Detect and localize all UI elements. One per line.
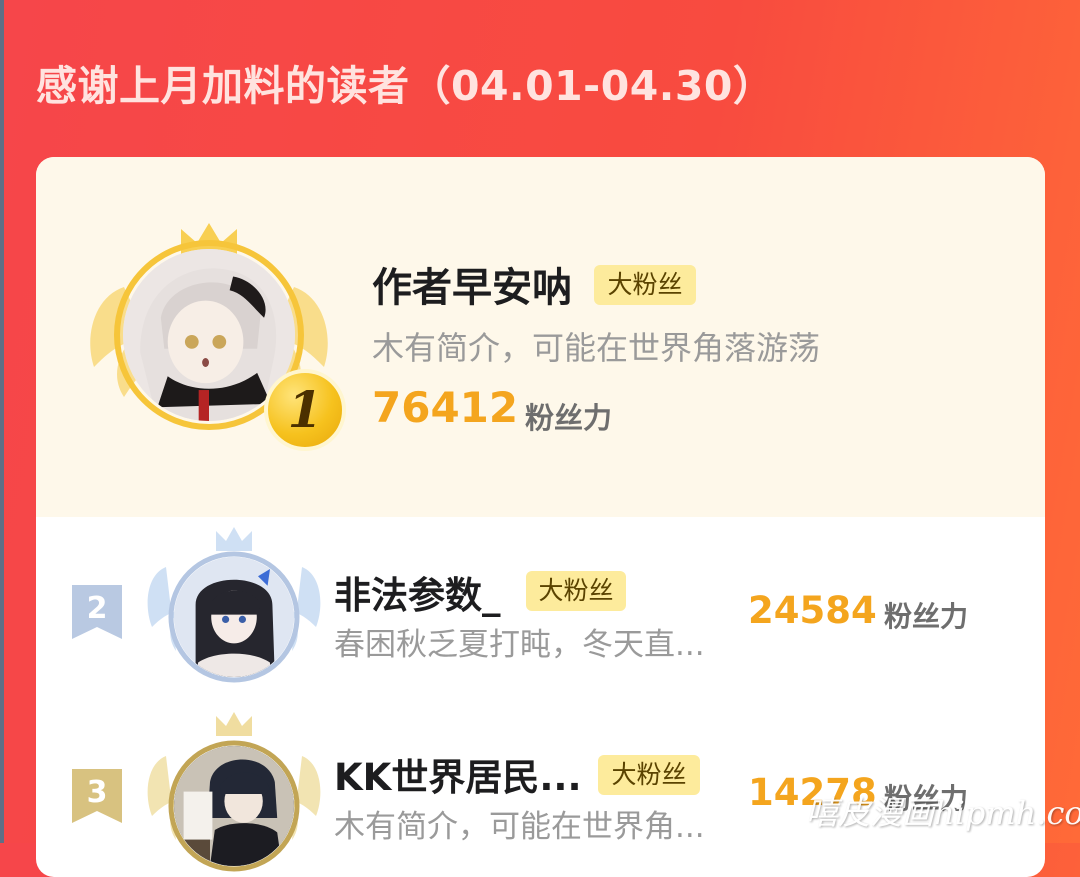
fan-badge: 大粉丝 [598,755,700,795]
top-reader-section[interactable]: 1 作者早安呐 大粉丝 木有简介，可能在世界角落游荡 76412 粉丝力 [36,157,1045,517]
rank-2-number: 2 [86,591,108,626]
reader-bio: 春困秋乏夏打盹，冬天直... [334,627,705,663]
fan-badge: 大粉丝 [594,265,696,305]
reader-name[interactable]: 非法参数_ [334,565,501,619]
window-edge [0,0,4,843]
fan-power-value: 76412 [372,383,519,432]
rank-1-medal: 1 [264,369,346,451]
avatar-rank-3[interactable] [174,746,294,866]
rank-3-number: 3 [86,775,108,810]
avatar-image-rank-3 [174,746,294,866]
fan-badge: 大粉丝 [526,571,626,611]
rank-3-ribbon: 3 [72,769,122,823]
rank-1-avatar-frame: 1 [84,217,346,451]
avatar-rank-2[interactable] [174,557,294,677]
reader-bio: 木有简介，可能在世界角落游荡 [372,329,821,367]
fan-power-unit: 粉丝力 [525,401,613,435]
watermark: 嘻皮漫画hipmh.com [806,794,1080,832]
ranking-card: 1 作者早安呐 大粉丝 木有简介，可能在世界角落游荡 76412 粉丝力 2 非… [36,157,1045,877]
reader-name[interactable]: KK世界居民... [334,747,582,801]
rank-2-avatar-frame [144,527,324,687]
reader-name[interactable]: 作者早安呐 [372,255,572,313]
fan-power-value: 24584 [748,589,877,632]
fan-power-unit: 粉丝力 [884,600,969,633]
avatar-image-rank-2 [174,557,294,677]
reader-bio: 木有简介，可能在世界角... [334,809,705,845]
page-title: 感谢上月加料的读者（04.01-04.30） [36,62,775,110]
rank-2-ribbon: 2 [72,585,122,639]
rank-3-avatar-frame [144,712,324,877]
